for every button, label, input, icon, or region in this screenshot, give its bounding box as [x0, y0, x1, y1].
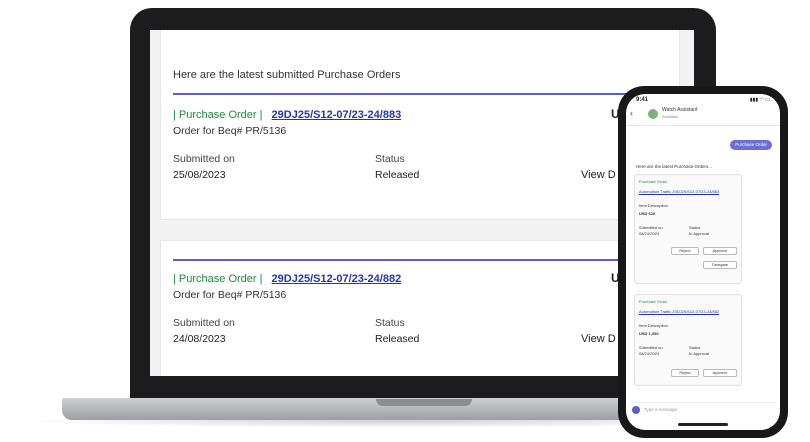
message-input[interactable]: Type a message	[630, 402, 776, 416]
card-divider	[173, 93, 679, 95]
card-submitted-value: 08/24/2023	[639, 351, 660, 356]
bot-avatar	[648, 109, 658, 119]
card-submitted-label: Submitted on	[639, 225, 663, 230]
card-status-value: In Approval	[689, 231, 710, 236]
submitted-value: 25/08/2023	[173, 169, 226, 181]
po-number-link[interactable]: 29DJ25/S12-07/23-24/882	[272, 273, 402, 285]
card-header: Purchase Order	[639, 299, 668, 304]
phone-po-card: Purchase Order Automation Traffic 29DJ25…	[634, 174, 742, 284]
device-mockup-stage: Here are the latest submitted Purchase O…	[0, 0, 810, 442]
card-divider	[173, 259, 679, 261]
card-desc: Item Description	[639, 203, 668, 208]
card-submitted-label: Submitted on	[639, 345, 663, 350]
po-title-line: | Purchase Order | 29DJ25/S12-07/23-24/8…	[173, 273, 401, 285]
status-value: Released	[375, 169, 420, 181]
laptop-screen: Here are the latest submitted Purchase O…	[150, 30, 694, 376]
card-header: Purchase Order	[639, 179, 668, 184]
card-desc: Item Description	[639, 323, 668, 328]
purchase-order-card: | Purchase Order | 29DJ25/S12-07/23-24/8…	[160, 240, 680, 376]
view-details-link[interactable]: View D	[581, 333, 616, 345]
phone-time: 9:41	[636, 97, 649, 103]
approve-button[interactable]: Approve	[703, 247, 737, 255]
status-label: Status	[375, 153, 405, 165]
status-label: Status	[375, 317, 405, 329]
reject-button[interactable]: Reject	[671, 247, 699, 255]
submitted-label: Submitted on	[173, 317, 235, 329]
view-details-link[interactable]: View D	[581, 169, 616, 181]
reject-button[interactable]: Reject	[671, 369, 699, 377]
chat-header: ‹ Watch Assistant Available	[626, 104, 780, 126]
card-status-label: Status	[689, 345, 701, 350]
laptop-notch	[376, 399, 472, 406]
po-tag: | Purchase Order |	[173, 273, 263, 285]
home-indicator	[678, 423, 728, 426]
approve-button[interactable]: Approve	[703, 369, 737, 377]
phone-screen: 9:41 ▮▮▮ ◠ ▭ ‹ Watch Assistant Available…	[626, 94, 780, 430]
card-status-label: Status	[689, 225, 701, 230]
submitted-label: Submitted on	[173, 153, 235, 165]
submitted-value: 24/08/2023	[173, 333, 226, 345]
po-title-line: | Purchase Order | 29DJ25/S12-07/23-24/8…	[173, 109, 401, 121]
compose-icon[interactable]	[632, 406, 640, 414]
status-value: Released	[375, 333, 420, 345]
message-placeholder: Type a message	[644, 407, 678, 412]
po-description: Order for Beq# PR/5136	[173, 125, 287, 137]
po-tag: | Purchase Order |	[173, 109, 263, 121]
card-po-link[interactable]: Automation Traffic 29DJ25/S12-07/23-24/8…	[639, 309, 739, 314]
card-po-link[interactable]: Automation Traffic 29DJ25/S12-07/23-24/8…	[639, 189, 739, 194]
delegate-button[interactable]: Delegate	[703, 261, 737, 269]
card-amount: USD 1,050	[639, 331, 659, 336]
chat-subtitle: Available	[662, 114, 679, 119]
intro-text: Here are the latest submitted Purchase O…	[173, 69, 401, 81]
card-status-value: In Approval	[689, 351, 710, 356]
card-submitted-value: 08/24/2023	[639, 231, 660, 236]
status-icons: ▮▮▮ ◠ ▭	[749, 97, 770, 103]
po-number-link[interactable]: 29DJ25/S12-07/23-24/883	[272, 109, 402, 121]
back-icon[interactable]: ‹	[630, 108, 633, 118]
bot-intro: Here are the latest Purchase Orders...	[636, 164, 713, 169]
po-description: Order for Beq# PR/5136	[173, 289, 287, 301]
chat-title: Watch Assistant	[662, 107, 698, 113]
phone-po-card: Purchase Order Automation Traffic 29DJ25…	[634, 294, 742, 386]
user-message-pill: Purchase Order	[730, 140, 772, 150]
card-amount: USD 620	[639, 211, 656, 216]
purchase-order-card: Here are the latest submitted Purchase O…	[160, 30, 680, 220]
